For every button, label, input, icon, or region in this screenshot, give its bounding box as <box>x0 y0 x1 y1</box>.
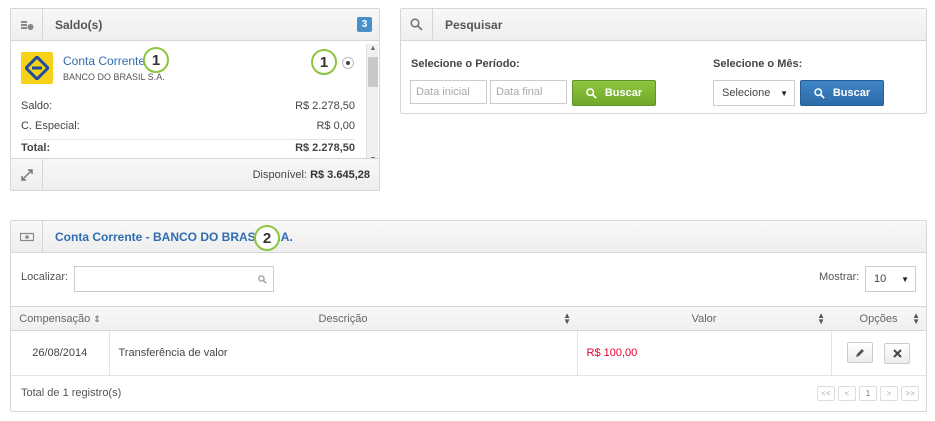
banco-do-brasil-logo <box>21 52 53 84</box>
sort-icon: ▲ ▼ <box>563 311 571 326</box>
buscar-month-button[interactable]: Buscar <box>800 80 884 106</box>
annotation-marker-1b: 1 <box>311 49 337 75</box>
mostrar-label: Mostrar: <box>819 271 860 283</box>
first-page-button[interactable]: << <box>817 386 835 401</box>
money-icon <box>11 220 43 253</box>
balance-value: R$ 2.278,50 <box>295 142 355 154</box>
sort-icon: ▲ ▼ <box>912 311 920 326</box>
month-select[interactable]: Selecione ▼ <box>713 80 795 106</box>
search-icon <box>586 87 597 99</box>
col-descricao[interactable]: Descrição ▲ ▼ <box>109 306 577 331</box>
search-icon <box>401 8 433 41</box>
search-icon <box>814 87 825 99</box>
close-icon <box>893 349 902 358</box>
search-icon <box>258 275 267 284</box>
saldo-header: Saldo(s) 3 <box>11 8 379 41</box>
col-compensacao[interactable]: Compensação ⇕ <box>11 306 109 331</box>
buscar-period-button[interactable]: Buscar <box>572 80 656 106</box>
localizar-label: Localizar: <box>21 271 69 283</box>
period-label: Selecione o Período: <box>411 58 520 70</box>
last-page-button[interactable]: >> <box>901 386 919 401</box>
saldo-panel: Saldo(s) 3 Conta Corrente 1 BANCO DO BRA… <box>10 8 380 191</box>
cell-options <box>831 330 926 376</box>
page-size-value: 10 <box>874 273 887 285</box>
balance-label: Saldo: <box>21 100 53 112</box>
table-row[interactable]: 26/08/2014 Transferência de valor R$ 100… <box>11 330 926 376</box>
next-page-button[interactable]: > <box>880 386 898 401</box>
account-select-radio[interactable] <box>342 57 354 69</box>
buscar-label: Buscar <box>604 87 643 99</box>
saldo-scrollbar[interactable]: ▲ ▼ <box>366 44 378 164</box>
balance-value: R$ 2.278,50 <box>295 100 355 112</box>
col-label: Compensação <box>19 312 91 325</box>
available-balance: Disponível: R$ 3.645,28 <box>253 169 379 181</box>
scroll-up-arrow-icon[interactable]: ▲ <box>367 45 379 52</box>
saldo-footer: Disponível: R$ 3.645,28 <box>11 158 379 191</box>
accounts-count-badge: 3 <box>357 17 372 32</box>
scroll-thumb[interactable] <box>368 57 378 87</box>
col-label: Opções <box>859 312 898 325</box>
account-bank-name: BANCO DO BRASIL S.A. <box>63 72 165 82</box>
start-date-input[interactable] <box>410 80 487 104</box>
col-label: Valor <box>691 312 717 325</box>
col-label: Descrição <box>318 312 368 325</box>
account-panel: Conta Corrente - BANCO DO BRASIL S.A. 2 … <box>10 220 927 412</box>
col-opcoes[interactable]: Opções ▲ ▼ <box>831 306 926 331</box>
balance-row-total: Total: R$ 2.278,50 <box>21 139 355 159</box>
table-header-row: Compensação ⇕ Descrição ▲ ▼ Valor ▲ ▼ Opções ▲… <box>11 306 926 331</box>
delete-button[interactable] <box>884 342 911 364</box>
balance-label: C. Especial: <box>21 119 80 132</box>
available-value: R$ 3.645,28 <box>310 168 370 181</box>
page-1-button[interactable]: 1 <box>859 386 877 401</box>
end-date-input[interactable] <box>490 80 567 104</box>
sort-icon: ⇕ <box>93 313 101 324</box>
month-select-value: Selecione <box>722 87 771 99</box>
col-valor[interactable]: Valor ▲ ▼ <box>577 306 831 331</box>
records-total: Total de 1 registro(s) <box>21 387 122 399</box>
cell-value: R$ 100,00 <box>577 330 832 376</box>
localizar-input[interactable] <box>74 266 274 292</box>
table-toolbar: Localizar: Mostrar: 10 ▼ <box>11 254 926 306</box>
balance-row-especial: C. Especial: R$ 0,00 <box>21 120 355 140</box>
coins-icon <box>11 8 43 41</box>
month-label: Selecione o Mês: <box>713 58 803 70</box>
account-name-link[interactable]: Conta Corrente <box>63 54 145 68</box>
annotation-marker-1: 1 <box>143 47 169 73</box>
edit-button[interactable] <box>847 342 874 364</box>
balance-rows: Saldo: R$ 2.278,50 C. Especial: R$ 0,00 … <box>21 100 355 159</box>
buscar-label: Buscar <box>832 87 871 99</box>
page-size-select[interactable]: 10 ▼ <box>865 266 916 292</box>
transactions-table: Compensação ⇕ Descrição ▲ ▼ Valor ▲ ▼ Opções ▲… <box>11 306 926 376</box>
caret-down-icon: ▼ <box>780 89 788 98</box>
search-title: Pesquisar <box>445 17 503 32</box>
annotation-marker-2: 2 <box>254 225 280 251</box>
cell-date: 26/08/2014 <box>11 330 110 376</box>
cell-description: Transferência de valor <box>109 330 578 376</box>
balance-row-saldo: Saldo: R$ 2.278,50 <box>21 100 355 120</box>
balance-label: Total: <box>21 142 51 154</box>
prev-page-button[interactable]: < <box>838 386 856 401</box>
pagination: << < 1 > >> <box>817 386 919 401</box>
pencil-icon <box>856 348 865 357</box>
search-panel: Pesquisar Selecione o Período: Buscar Se… <box>400 8 927 114</box>
available-label: Disponível: <box>252 168 307 181</box>
sort-icon: ▲ ▼ <box>817 311 825 326</box>
balance-value: R$ 0,00 <box>316 119 355 132</box>
saldo-title: Saldo(s) <box>55 17 103 32</box>
account-header: Conta Corrente - BANCO DO BRASIL S.A. 2 <box>11 220 926 253</box>
saldo-list: Conta Corrente 1 BANCO DO BRASIL S.A. 1 … <box>11 42 379 167</box>
search-header: Pesquisar <box>401 8 926 41</box>
expand-icon[interactable] <box>11 158 43 191</box>
caret-down-icon: ▼ <box>901 275 909 284</box>
